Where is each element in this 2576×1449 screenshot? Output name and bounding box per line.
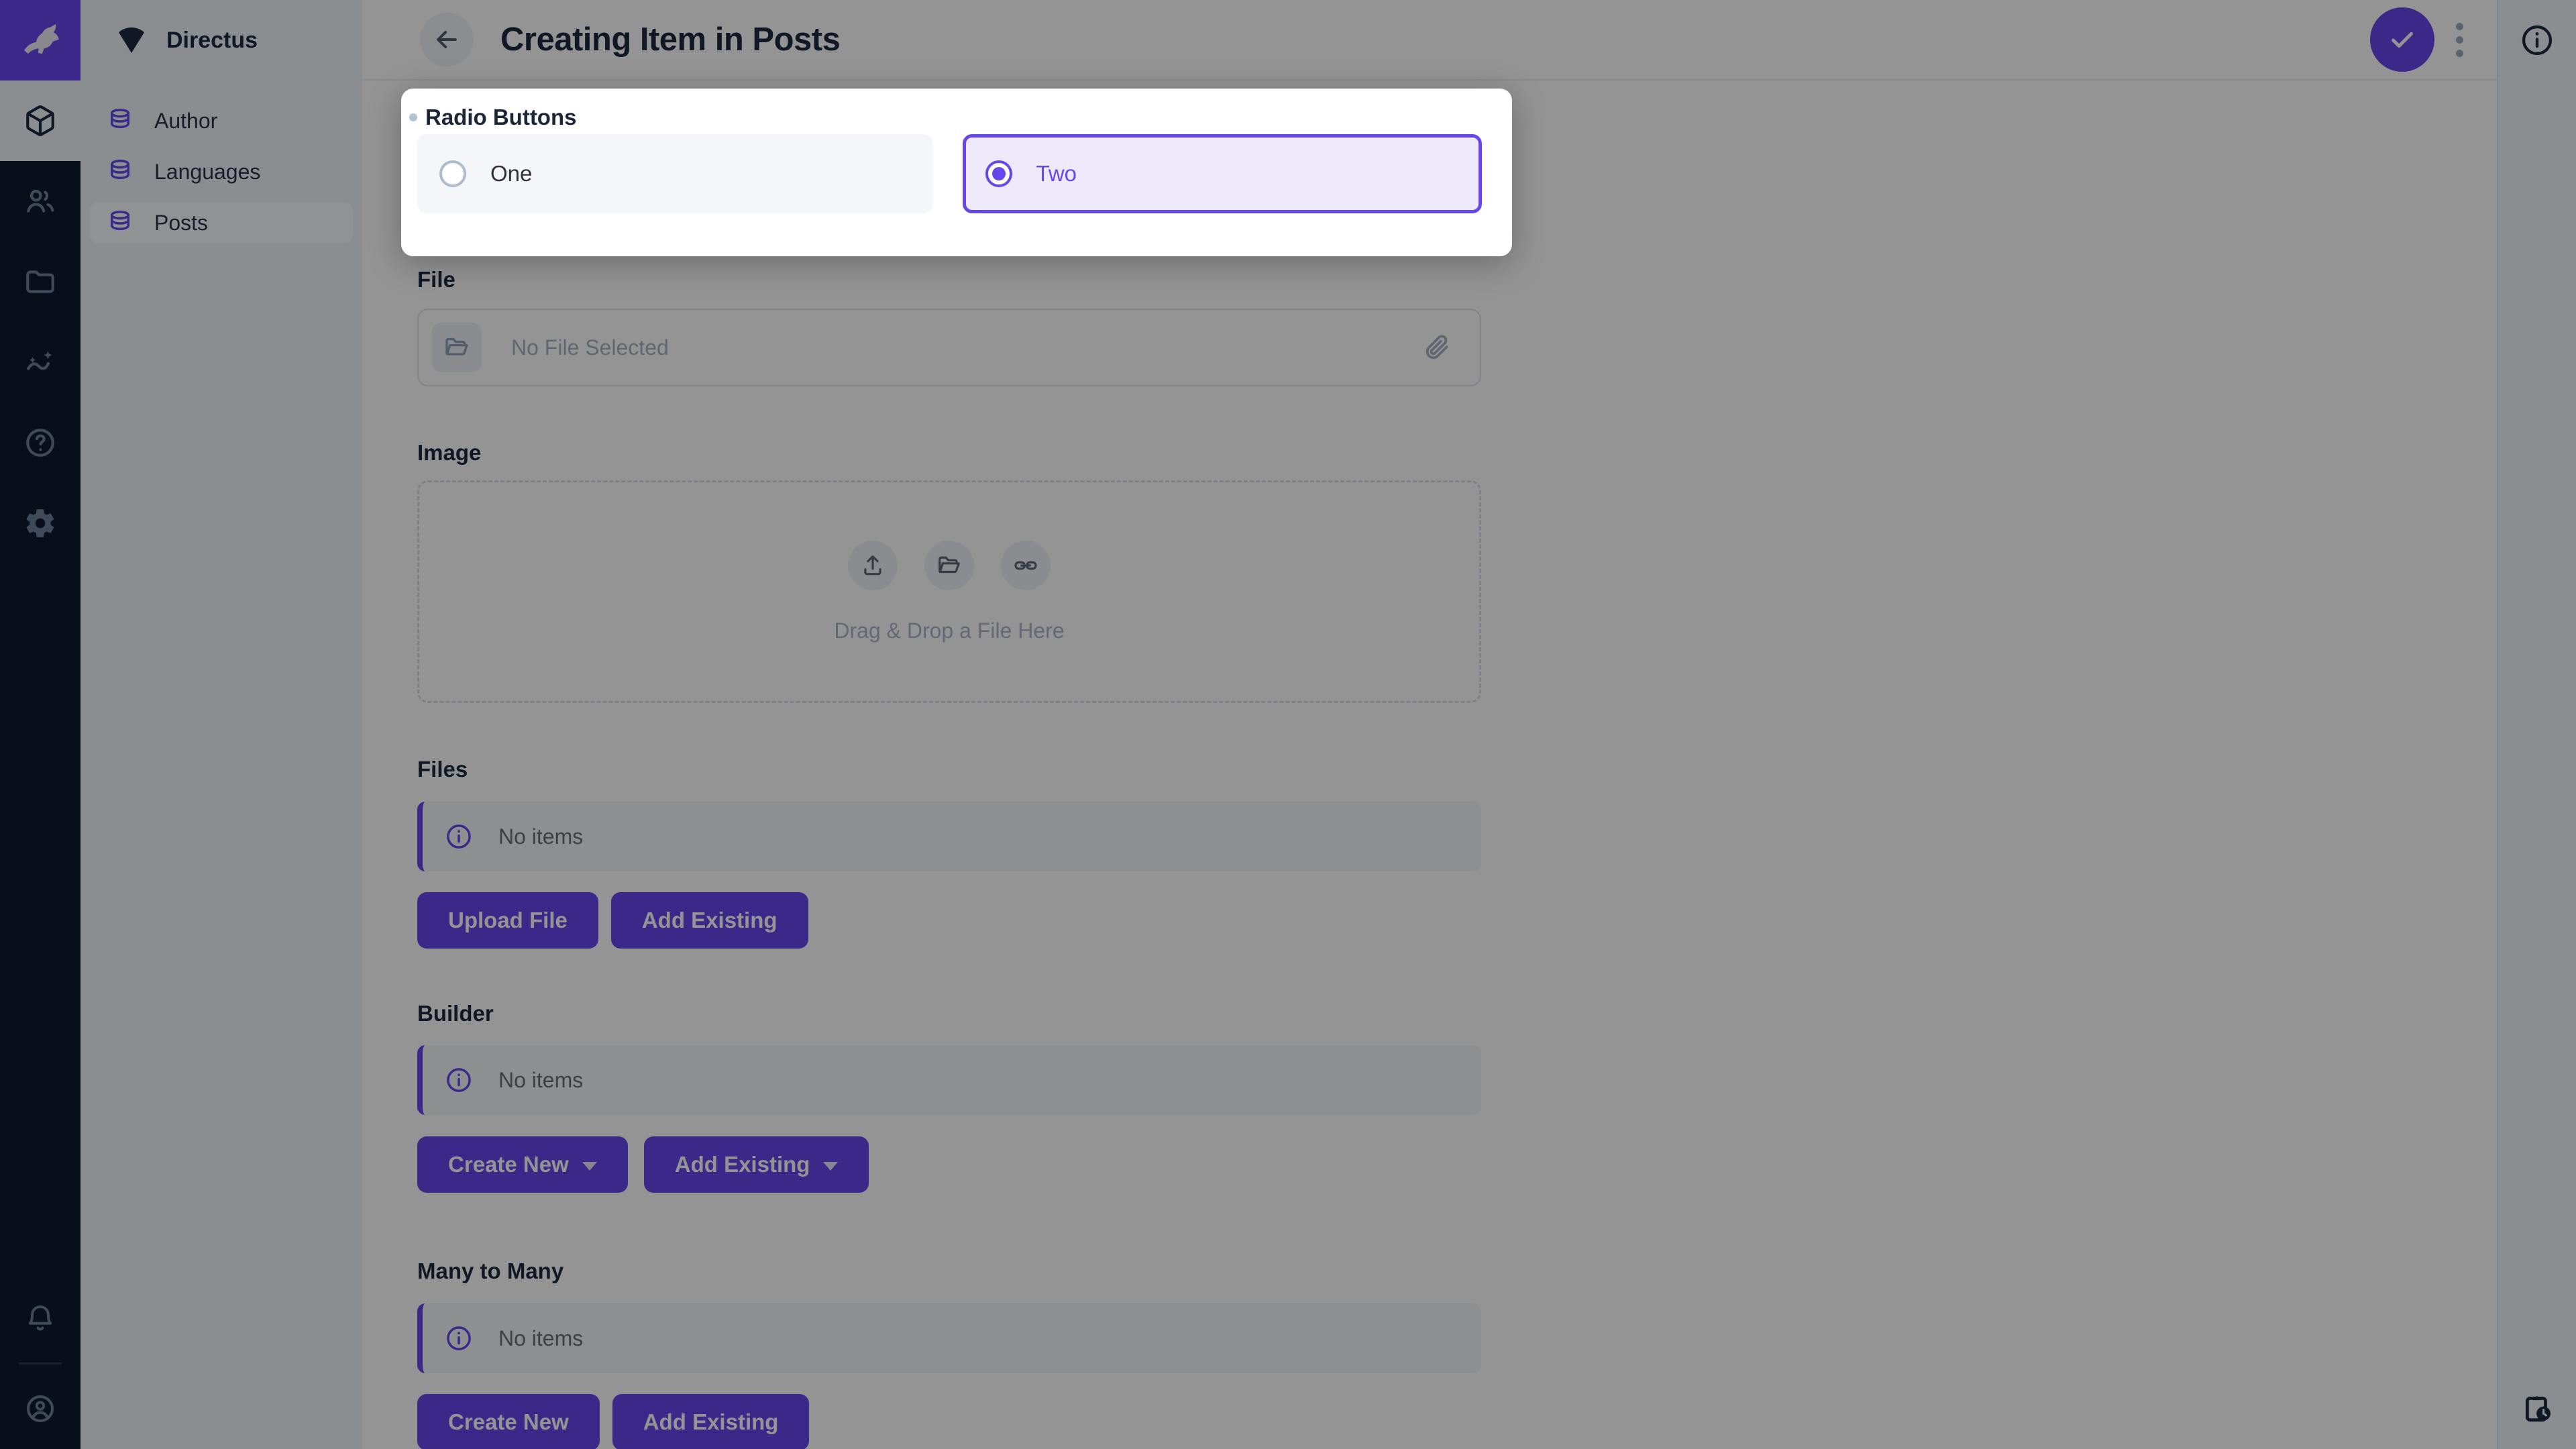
radio-unselected-icon <box>439 160 466 187</box>
radio-option-one[interactable]: One <box>417 134 933 213</box>
directus-app: Directus Author Languages Posts <box>0 0 2576 1449</box>
radio-option-two[interactable]: Two <box>963 134 1483 213</box>
edited-dot-icon <box>409 113 417 121</box>
radio-buttons-field-card: Radio Buttons One Two <box>401 89 1512 256</box>
radio-buttons-label: Radio Buttons <box>409 105 576 130</box>
radio-selected-icon <box>985 160 1012 187</box>
